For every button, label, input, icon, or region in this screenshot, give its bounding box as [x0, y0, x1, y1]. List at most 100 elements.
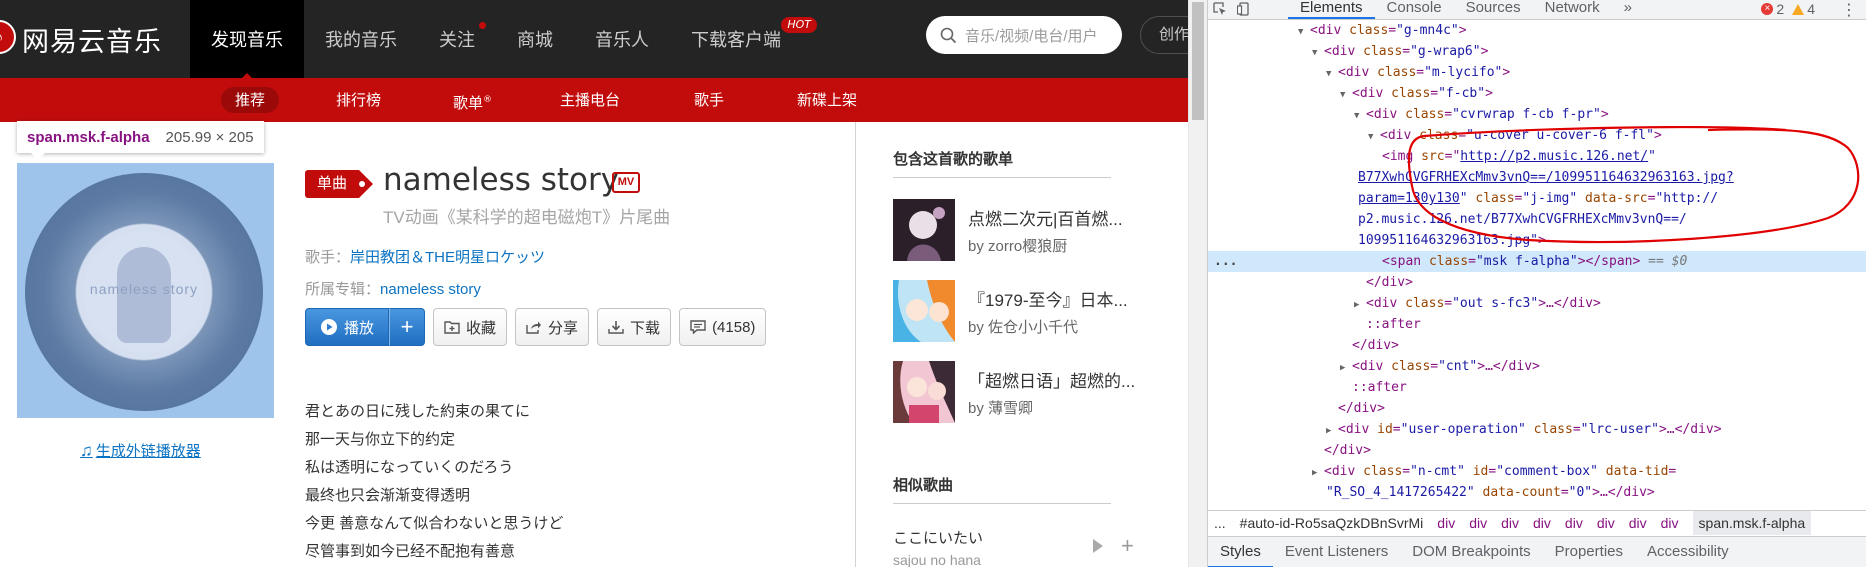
artist-link[interactable]: 岸田教团＆THE明星ロケッツ	[350, 249, 545, 266]
nav-my-music[interactable]: 我的音乐	[304, 0, 418, 78]
expand-arrow-icon[interactable]: ▶	[1340, 358, 1352, 379]
expand-arrow-icon[interactable]: ▶	[1326, 421, 1338, 442]
playlist-item[interactable]: 「超燃日语」超燃的... by 薄雪卿	[893, 361, 1143, 425]
breadcrumb-item[interactable]: span.msk.f-alpha	[1692, 511, 1812, 535]
add-to-playlist-button[interactable]: +	[389, 308, 426, 346]
author-link[interactable]: 薄雪卿	[988, 400, 1033, 417]
breadcrumb-item[interactable]: div	[1597, 511, 1615, 535]
dom-node[interactable]: p2.music.126.net/B77XwhCVGFRHEXcMmv3vnQ=…	[1208, 209, 1866, 230]
breadcrumb-item[interactable]: div	[1565, 511, 1583, 535]
dom-node[interactable]: <img src="http://p2.music.126.net/"	[1208, 146, 1866, 167]
tab-styles[interactable]: Styles	[1208, 537, 1273, 567]
search-placeholder: 音乐/视频/电台/用户	[965, 27, 1098, 45]
dom-node[interactable]: ▼ <div class="g-mn4c">	[1208, 20, 1866, 41]
comment-button[interactable]: (4158)	[679, 308, 767, 346]
dom-node[interactable]: ... <span class="msk f-alpha"></span> == …	[1208, 251, 1866, 272]
nav-download-client[interactable]: 下载客户端 HOT	[670, 0, 817, 78]
album-link[interactable]: nameless story	[380, 281, 481, 298]
nav-follow[interactable]: 关注	[418, 0, 496, 78]
dom-node[interactable]: ▼ <div class="u-cover u-cover-6 f-fl">	[1208, 125, 1866, 146]
nav-discover[interactable]: 发现音乐	[190, 0, 304, 79]
breadcrumb-item[interactable]: div	[1437, 511, 1455, 535]
dom-node[interactable]: param=130y130" class="j-img" data-src="h…	[1208, 188, 1866, 209]
breadcrumb-item[interactable]: div	[1661, 511, 1679, 535]
dom-node[interactable]: ▼ <div class="f-cb">	[1208, 83, 1866, 104]
nav-mall[interactable]: 商城	[496, 0, 574, 78]
tab-accessibility[interactable]: Accessibility	[1635, 537, 1741, 567]
plus-icon[interactable]: +	[1121, 533, 1134, 559]
collapse-arrow-icon[interactable]: ▼	[1298, 22, 1310, 43]
inspect-element-icon[interactable]	[1208, 0, 1232, 19]
nav-musician[interactable]: 音乐人	[574, 0, 670, 78]
tab-sources[interactable]: Sources	[1454, 0, 1533, 19]
tab-properties[interactable]: Properties	[1543, 537, 1635, 567]
play-button[interactable]: 播放	[305, 308, 390, 346]
tab-event-listeners[interactable]: Event Listeners	[1273, 537, 1400, 567]
img-src-link[interactable]: http://p2.music.126.net/	[1460, 149, 1648, 164]
collapse-arrow-icon[interactable]: ▼	[1340, 85, 1352, 106]
expand-arrow-icon[interactable]: ▶	[1312, 463, 1324, 484]
dom-node[interactable]: "R_SO_4_1417265422" data-count="0">…</di…	[1208, 482, 1866, 503]
dom-node[interactable]: B77XwhCVGFRHEXcMmv3vnQ==/109951164632963…	[1208, 167, 1866, 188]
kebab-menu-icon[interactable]: ⋮	[1841, 0, 1857, 20]
creator-center-button[interactable]: 创作	[1140, 16, 1188, 54]
dom-node[interactable]: ▶ <div class="cnt">…</div>	[1208, 356, 1866, 377]
breadcrumb-item[interactable]: div	[1469, 511, 1487, 535]
dom-node[interactable]: </div>	[1208, 335, 1866, 356]
breadcrumb-item[interactable]: div	[1533, 511, 1551, 535]
dom-node[interactable]: </div>	[1208, 398, 1866, 419]
site-logo[interactable]: ♪ 网易云音乐	[0, 0, 190, 78]
dom-node[interactable]: </div>	[1208, 440, 1866, 461]
collapse-arrow-icon[interactable]: ▼	[1368, 127, 1380, 148]
author-link[interactable]: zorro樱狼厨	[988, 238, 1067, 255]
scrollbar-thumb[interactable]	[1192, 2, 1204, 120]
mv-icon[interactable]: MV	[612, 172, 640, 193]
collect-button[interactable]: 收藏	[433, 308, 508, 346]
dom-node[interactable]: ::after	[1208, 314, 1866, 335]
expand-arrow-icon[interactable]: ▶	[1354, 295, 1366, 316]
similar-song-item[interactable]: ここにいたい sajou no hana +	[893, 527, 1143, 567]
playlist-item[interactable]: 点燃二次元|百首燃... by zorro樱狼厨	[893, 199, 1143, 263]
dom-ellipsis-icon[interactable]: ...	[1214, 251, 1237, 272]
img-src-link[interactable]: B77XwhCVGFRHEXcMmv3vnQ==/109951164632963…	[1358, 170, 1734, 185]
subnav-artists[interactable]: 歌手	[694, 78, 724, 122]
dom-node[interactable]: ▼ <div class="cvrwrap f-cb f-pr">	[1208, 104, 1866, 125]
issues-counter[interactable]: × 2 4	[1761, 1, 1815, 17]
share-button[interactable]: 分享	[515, 308, 590, 346]
dom-node[interactable]: ▼ <div class="g-wrap6">	[1208, 41, 1866, 62]
collapse-arrow-icon[interactable]: ▼	[1354, 106, 1366, 127]
play-icon[interactable]	[1093, 539, 1103, 553]
breadcrumb-item[interactable]: div	[1629, 511, 1647, 535]
playlist-item[interactable]: 『1979-至今』日本... by 佐仓小小千代	[893, 280, 1143, 344]
tab-network[interactable]: Network	[1533, 0, 1612, 19]
dom-node[interactable]: 109951164632963163.jpg">	[1208, 230, 1866, 251]
collapse-arrow-icon[interactable]: ▼	[1326, 64, 1338, 85]
subnav-recommend[interactable]: 推荐	[221, 87, 280, 113]
breadcrumb-ellipsis[interactable]: ...	[1214, 511, 1226, 535]
subnav-new-albums[interactable]: 新碟上架	[797, 78, 857, 122]
img-src-link[interactable]: param=130y130	[1358, 191, 1460, 206]
tab-elements[interactable]: Elements	[1288, 0, 1375, 19]
breadcrumb-item[interactable]: #auto-id-Ro5saQzkDBnSvrMi	[1240, 511, 1424, 535]
download-button[interactable]: 下载	[597, 308, 672, 346]
tab-dom-breakpoints[interactable]: DOM Breakpoints	[1400, 537, 1542, 567]
subnav-playlists[interactable]: 歌单®	[453, 78, 492, 122]
more-tabs-icon[interactable]: »	[1612, 0, 1644, 19]
album-cover[interactable]: nameless story	[17, 163, 274, 418]
subnav-charts[interactable]: 排行榜	[336, 78, 381, 122]
dom-node[interactable]: ▶ <div id="user-operation" class="lrc-use…	[1208, 419, 1866, 440]
subnav-radio[interactable]: 主播电台	[560, 78, 620, 122]
breadcrumb-item[interactable]: div	[1501, 511, 1519, 535]
collapse-arrow-icon[interactable]: ▼	[1312, 43, 1324, 64]
dom-node[interactable]: ▶ <div class="out s-fc3">…</div>	[1208, 293, 1866, 314]
dom-node[interactable]: ::after	[1208, 377, 1866, 398]
outchain-player-link[interactable]: ♫ 生成外链播放器	[80, 440, 201, 461]
tab-console[interactable]: Console	[1375, 0, 1454, 19]
page-scrollbar[interactable]	[1188, 0, 1207, 567]
dom-node[interactable]: </div>	[1208, 272, 1866, 293]
search-input[interactable]: 音乐/视频/电台/用户	[926, 16, 1122, 54]
dom-node[interactable]: ▼ <div class="m-lycifo">	[1208, 62, 1866, 83]
device-toolbar-icon[interactable]	[1232, 0, 1256, 19]
dom-node[interactable]: ▶ <div class="n-cmt" id="comment-box" dat…	[1208, 461, 1866, 482]
author-link[interactable]: 佐仓小小千代	[988, 319, 1078, 336]
